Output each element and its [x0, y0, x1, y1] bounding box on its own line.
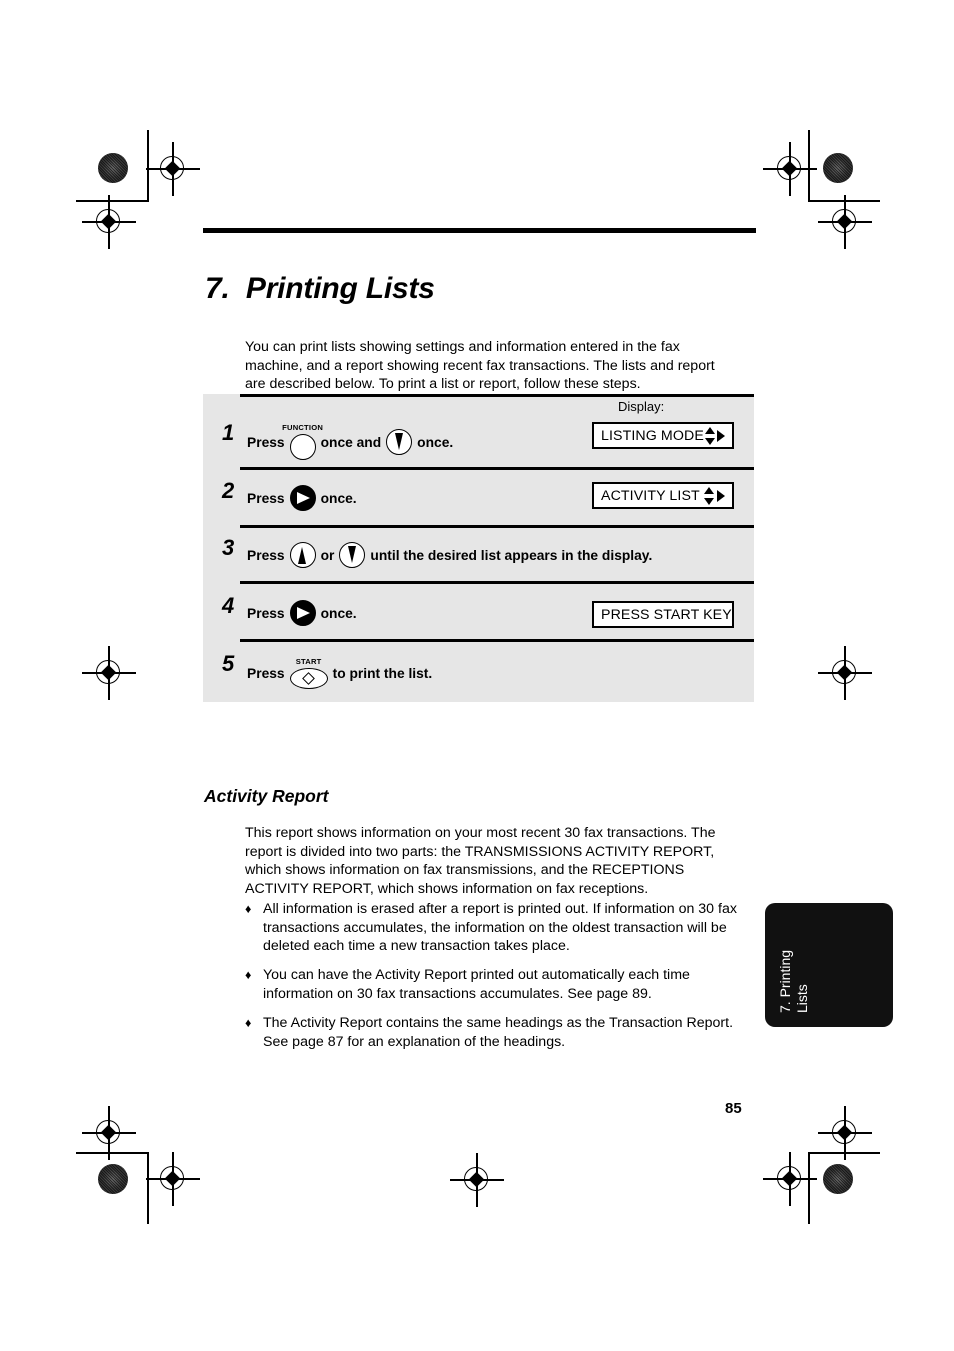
step-instruction-2: Press once. [247, 485, 357, 511]
display-column-label: Display: [618, 399, 665, 414]
step-number-2: 2 [222, 478, 235, 503]
step-instruction-3: Press or until the desired list appears … [247, 542, 652, 568]
page-number: 85 [725, 1100, 742, 1117]
bullet-diamond-icon: ♦ [245, 902, 252, 916]
lcd-display-step-2: ACTIVITY LIST [592, 482, 734, 509]
up-arrow-key-icon[interactable] [289, 542, 316, 568]
page-content: 7. Printing Lists You can print lists sh… [0, 0, 954, 1351]
step-instruction-4: Press once. [247, 600, 357, 626]
step-3-press-label: Press [247, 547, 285, 563]
bullet-diamond-icon: ♦ [245, 968, 252, 982]
start-key-oval [289, 668, 328, 689]
list-item: ♦ All information is erased after a repo… [245, 900, 737, 956]
start-key-icon[interactable]: START [289, 657, 328, 689]
start-key-cap-label: START [295, 657, 322, 666]
step-4-tail-label: once. [320, 605, 357, 621]
step-separator-2 [240, 525, 754, 528]
list-item-text: You can have the Activity Report printed… [263, 967, 690, 1002]
step-instruction-5: Press START to print the list. [247, 657, 433, 689]
lcd-text-step-1: LISTING MODE [601, 427, 704, 444]
step-separator-4 [240, 639, 754, 642]
list-item: ♦ The Activity Report contains the same … [245, 1014, 737, 1051]
step-separator-top [240, 394, 754, 397]
lcd-display-step-4: PRESS START KEY [592, 601, 734, 628]
page-title: 7. Printing Lists [205, 272, 435, 306]
down-arrow-key-icon-2[interactable] [339, 542, 366, 568]
step-instruction-1: Press FUNCTION once and once. [247, 423, 454, 460]
activity-report-paragraph: This report shows information on your mo… [245, 825, 716, 897]
intro-paragraph: You can print lists showing settings and… [245, 339, 715, 393]
chapter-thumb-tab: 7. Printing Lists [765, 903, 893, 1027]
list-item: ♦ You can have the Activity Report print… [245, 966, 737, 1003]
step-1-press-label: Press [247, 434, 285, 450]
lcd-arrows-icon-2 [703, 486, 725, 505]
step-1-tail-label: once. [417, 434, 454, 450]
lcd-text-step-2: ACTIVITY LIST [601, 487, 700, 504]
step-separator-1 [240, 467, 754, 470]
step-5-tail-label: to print the list. [332, 666, 433, 681]
lcd-arrows-icon-1 [704, 426, 725, 445]
lcd-text-step-4: PRESS START KEY [601, 606, 732, 623]
list-item-text: All information is erased after a report… [263, 901, 737, 955]
section-heading-activity-report: Activity Report [204, 785, 329, 806]
step-2-press-label: Press [247, 490, 285, 506]
right-arrow-key-icon[interactable] [289, 485, 316, 511]
step-number-4: 4 [222, 593, 235, 618]
step-number-3: 3 [222, 535, 235, 560]
list-item-text: The Activity Report contains the same he… [263, 1015, 734, 1050]
step-2-tail-label: once. [320, 490, 357, 506]
step-5-press-label: Press [247, 666, 285, 681]
step-number-5: 5 [222, 651, 235, 676]
start-diamond-icon [302, 672, 315, 685]
function-key-cap-label: FUNCTION [282, 423, 324, 432]
step-3-tail-label: until the desired list appears in the di… [370, 547, 653, 563]
step-4-press-label: Press [247, 605, 285, 621]
header-rule [203, 228, 756, 233]
chapter-thumb-tab-label: 7. Printing Lists [777, 949, 810, 1013]
lcd-display-step-1: LISTING MODE [592, 422, 734, 449]
step-number-1: 1 [222, 420, 235, 445]
function-key-circle [289, 434, 316, 460]
down-arrow-key-icon[interactable] [386, 429, 413, 455]
function-key-icon[interactable]: FUNCTION [282, 423, 323, 460]
step-separator-3 [240, 581, 754, 584]
step-3-mid-label: or [320, 547, 335, 563]
bullet-diamond-icon: ♦ [245, 1016, 252, 1030]
step-1-mid-label: once and [320, 434, 382, 450]
right-arrow-key-icon-2[interactable] [289, 600, 316, 626]
